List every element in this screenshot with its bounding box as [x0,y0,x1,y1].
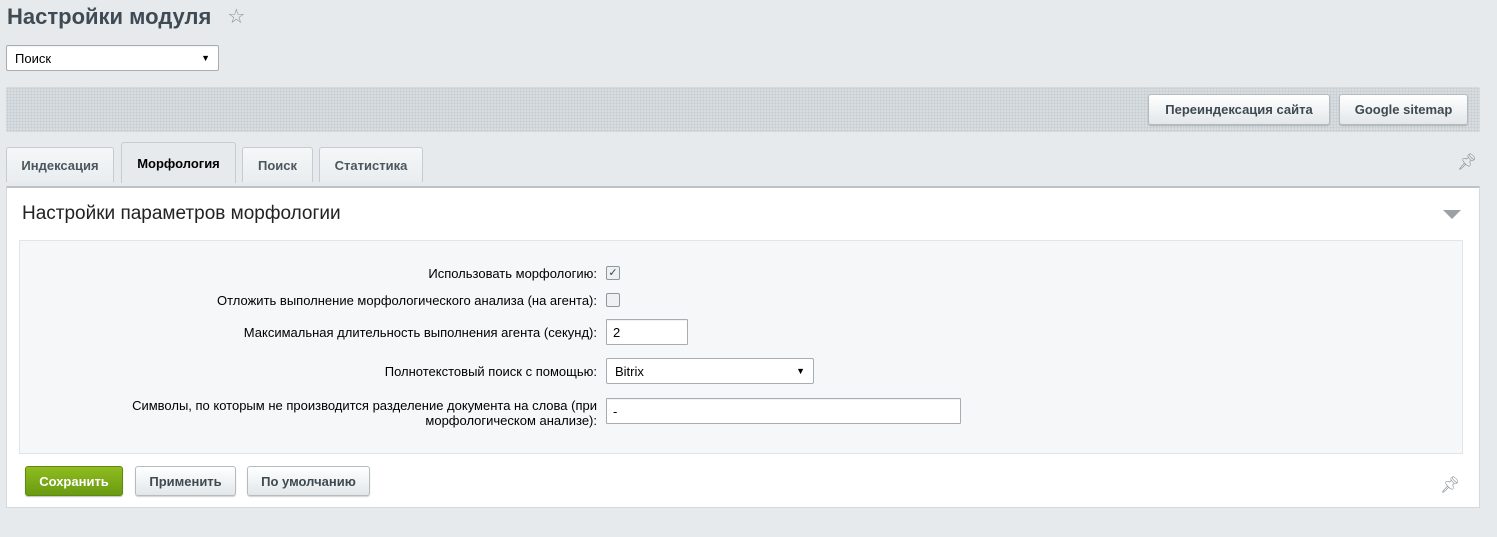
collapse-icon[interactable] [1443,210,1461,219]
agent-duration-label: Максимальная длительность выполнения аге… [243,325,597,340]
save-button[interactable]: Сохранить [25,466,123,496]
word-chars-input[interactable]: - [606,398,961,424]
fulltext-search-label: Полнотекстовый поиск с помощью: [384,364,597,379]
defer-analysis-checkbox[interactable] [606,293,620,307]
fulltext-search-select[interactable]: Bitrix ▼ [606,358,814,384]
module-select[interactable]: Поиск ▼ [6,45,219,71]
star-icon[interactable]: ☆ [227,7,245,27]
use-morphology-label: Использовать морфологию: [428,266,597,281]
word-chars-label-line1: Символы, по которым не производится разд… [132,398,597,413]
default-button[interactable]: По умолчанию [247,466,370,496]
page-title: Настройки модуля ☆ [7,4,245,30]
chevron-down-icon: ▼ [201,53,210,63]
chevron-down-icon: ▼ [796,366,805,376]
tab-indexing[interactable]: Индексация [6,147,114,182]
use-morphology-checkbox[interactable]: ✓ [606,266,620,280]
form-area: Использовать морфологию: ✓ Отложить выпо… [19,240,1463,454]
tab-morphology[interactable]: Морфология [121,142,236,183]
section-title: Настройки параметров морфологии [22,203,341,224]
tab-statistics[interactable]: Статистика [319,147,423,182]
word-chars-label: Символы, по которым не производится разд… [97,398,597,428]
toolbar: Переиндексация сайта Google sitemap [6,87,1480,132]
reindex-button[interactable]: Переиндексация сайта [1148,94,1330,125]
agent-duration-input[interactable]: 2 [606,319,688,345]
pin-icon[interactable]: 📌︎ [1457,152,1477,172]
tab-search[interactable]: Поиск [242,147,313,182]
google-sitemap-button[interactable]: Google sitemap [1339,94,1468,125]
apply-button[interactable]: Применить [135,466,236,496]
module-select-value: Поиск [15,50,52,66]
word-chars-label-line2: морфологическом анализе): [425,413,597,428]
settings-panel: Настройки параметров морфологии Использо… [6,186,1480,508]
defer-analysis-label: Отложить выполнение морфологического ана… [217,293,597,308]
fulltext-search-value: Bitrix [615,363,644,379]
page-title-text: Настройки модуля [7,4,212,29]
pin-icon[interactable]: 📌︎ [1440,475,1460,495]
